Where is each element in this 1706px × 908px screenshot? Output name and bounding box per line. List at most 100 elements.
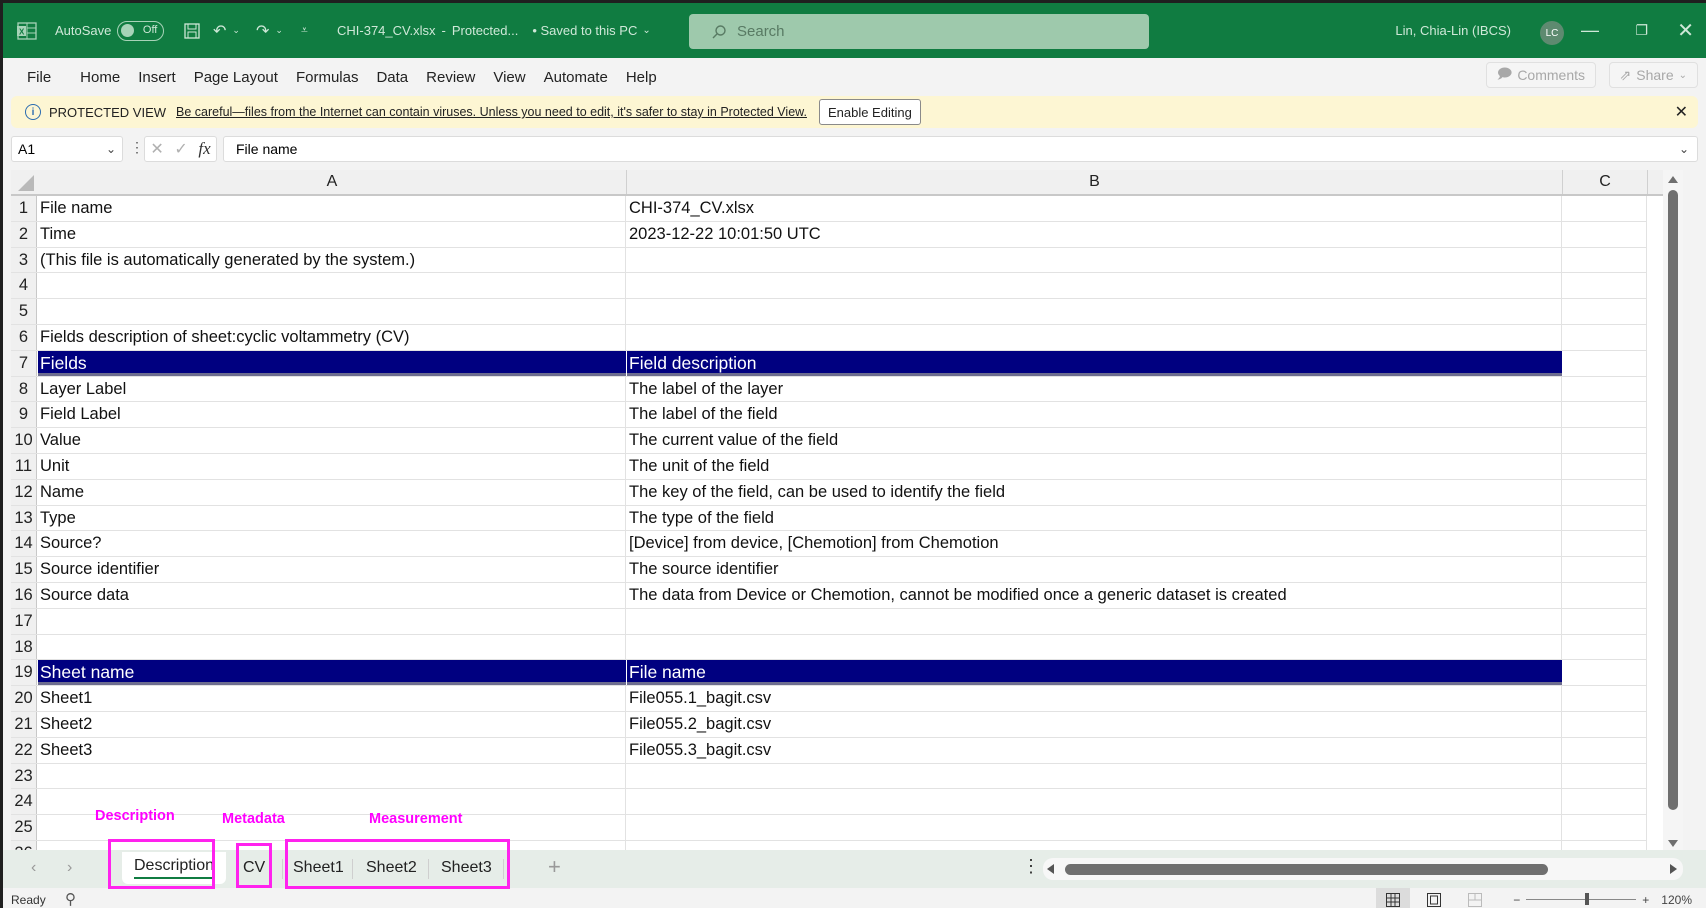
autosave-toggle[interactable]: Off	[117, 20, 165, 41]
cell-c[interactable]	[1563, 634, 1647, 660]
zoom-slider-handle[interactable]	[1584, 893, 1589, 905]
cell-a[interactable]: Value	[38, 428, 626, 453]
cell-c[interactable]	[1563, 583, 1647, 608]
menu-insert[interactable]: Insert	[129, 69, 185, 86]
menu-page-layout[interactable]: Page Layout	[185, 69, 287, 86]
cell-b[interactable]	[627, 608, 1562, 634]
row-header[interactable]: 24	[11, 789, 37, 815]
next-sheet-icon[interactable]: ›	[67, 859, 72, 877]
row-header[interactable]: 13	[11, 505, 37, 531]
redo-icon[interactable]: ↷ ⌄	[256, 3, 283, 58]
cell-a[interactable]: Sheet1	[38, 686, 626, 711]
autosave-control[interactable]: AutoSave Off	[55, 3, 165, 58]
row-header[interactable]: 21	[11, 712, 37, 737]
cancel-icon[interactable]: ✕	[150, 139, 163, 159]
zoom-out-icon[interactable]: −	[1513, 893, 1520, 907]
row-header[interactable]: 11	[11, 454, 37, 479]
cell-c[interactable]	[1563, 454, 1647, 479]
cell-a[interactable]: Layer Label	[38, 376, 626, 402]
cell-c[interactable]	[1563, 815, 1647, 840]
cell-c[interactable]	[1563, 608, 1647, 634]
cell-c[interactable]	[1563, 196, 1647, 221]
scroll-thumb[interactable]	[1065, 864, 1548, 875]
cell-b[interactable]	[627, 841, 1562, 850]
cell-b[interactable]: The source identifier	[627, 557, 1562, 582]
save-icon[interactable]	[183, 3, 201, 58]
cell-c[interactable]	[1563, 686, 1647, 711]
scroll-up-icon[interactable]	[1668, 176, 1678, 183]
row-header[interactable]: 5	[11, 299, 37, 324]
cell-c[interactable]	[1563, 428, 1647, 453]
accessibility-icon[interactable]: ⚲	[65, 890, 76, 908]
cell-b[interactable]	[627, 273, 1562, 299]
zoom-slider[interactable]	[1526, 893, 1637, 905]
cell-a[interactable]: (This file is automatically generated by…	[38, 247, 626, 273]
row-header[interactable]: 7	[11, 350, 37, 376]
share-button[interactable]: ⇗ Share ⌄	[1608, 62, 1698, 88]
row-header[interactable]: 22	[11, 737, 37, 763]
select-all-button[interactable]	[11, 170, 37, 194]
menu-review[interactable]: Review	[417, 69, 484, 86]
row-header[interactable]: 1	[11, 196, 37, 221]
vertical-scrollbar[interactable]	[1663, 170, 1683, 850]
cell-a[interactable]	[38, 299, 626, 324]
cell-b[interactable]	[627, 763, 1562, 789]
menu-file[interactable]: File	[3, 69, 71, 86]
cell-b[interactable]: [Device] from device, [Chemotion] from C…	[627, 531, 1562, 557]
cell-a[interactable]: Source identifier	[38, 557, 626, 582]
row-header[interactable]: 19	[11, 660, 37, 686]
cell-b[interactable]	[627, 299, 1562, 324]
cell-a[interactable]: Name	[38, 479, 626, 505]
cell-c[interactable]	[1563, 789, 1647, 815]
menu-data[interactable]: Data	[367, 69, 417, 86]
cell-b[interactable]: The key of the field, can be used to ide…	[627, 479, 1562, 505]
menu-automate[interactable]: Automate	[535, 69, 617, 86]
name-box[interactable]: A1 ⌄	[11, 136, 123, 162]
more-options-icon[interactable]: ⋮	[130, 139, 144, 156]
cell-a[interactable]	[38, 608, 626, 634]
scroll-down-icon[interactable]	[1668, 840, 1678, 847]
cell-b[interactable]: The type of the field	[627, 505, 1562, 531]
cell-c[interactable]	[1563, 737, 1647, 763]
cell-a[interactable]: File name	[38, 196, 626, 221]
cell-c[interactable]	[1563, 221, 1647, 247]
cell-a[interactable]: Source?	[38, 531, 626, 557]
insert-function-icon[interactable]: fx	[198, 139, 210, 159]
check-icon[interactable]: ✓	[174, 139, 187, 159]
row-header[interactable]: 8	[11, 376, 37, 402]
undo-icon[interactable]: ↶ ⌄	[213, 3, 240, 58]
cell-a[interactable]: Sheet2	[38, 712, 626, 737]
page-break-view-icon[interactable]	[1458, 888, 1492, 908]
search-box[interactable]: Search	[689, 14, 1149, 49]
column-header-c[interactable]: C	[1563, 170, 1648, 194]
cell-b[interactable]: The unit of the field	[627, 454, 1562, 479]
cell-a[interactable]: Fields	[38, 350, 626, 376]
row-header[interactable]: 9	[11, 402, 37, 428]
cell-b[interactable]: File055.1_bagit.csv	[627, 686, 1562, 711]
scroll-right-icon[interactable]	[1670, 864, 1677, 874]
zoom-in-icon[interactable]: +	[1642, 893, 1649, 907]
column-header-b[interactable]: B	[627, 170, 1563, 194]
cell-b[interactable]: File055.3_bagit.csv	[627, 737, 1562, 763]
cell-a[interactable]	[38, 763, 626, 789]
menu-view[interactable]: View	[484, 69, 534, 86]
cell-c[interactable]	[1563, 557, 1647, 582]
cell-a[interactable]	[38, 634, 626, 660]
expand-formula-icon[interactable]: ⌄	[1679, 142, 1689, 156]
cell-b[interactable]: The label of the layer	[627, 376, 1562, 402]
cell-b[interactable]	[627, 815, 1562, 840]
cell-c[interactable]	[1563, 531, 1647, 557]
normal-view-icon[interactable]	[1376, 888, 1410, 908]
cell-b[interactable]: The data from Device or Chemotion, canno…	[627, 583, 1562, 608]
cell-c[interactable]	[1563, 376, 1647, 402]
more-tabs-icon[interactable]: ⋮	[1022, 856, 1040, 877]
scroll-thumb[interactable]	[1668, 190, 1678, 810]
cell-b[interactable]	[627, 325, 1562, 350]
user-name[interactable]: Lin, Chia-Lin (IBCS)	[1395, 3, 1511, 58]
comments-button[interactable]: 🗩 Comments	[1485, 62, 1596, 88]
horizontal-scrollbar[interactable]	[1043, 858, 1683, 880]
close-icon[interactable]: ✕	[1675, 102, 1688, 122]
row-header[interactable]: 17	[11, 608, 37, 634]
row-header[interactable]: 26	[11, 841, 37, 850]
zoom-level[interactable]: 120%	[1661, 893, 1692, 907]
